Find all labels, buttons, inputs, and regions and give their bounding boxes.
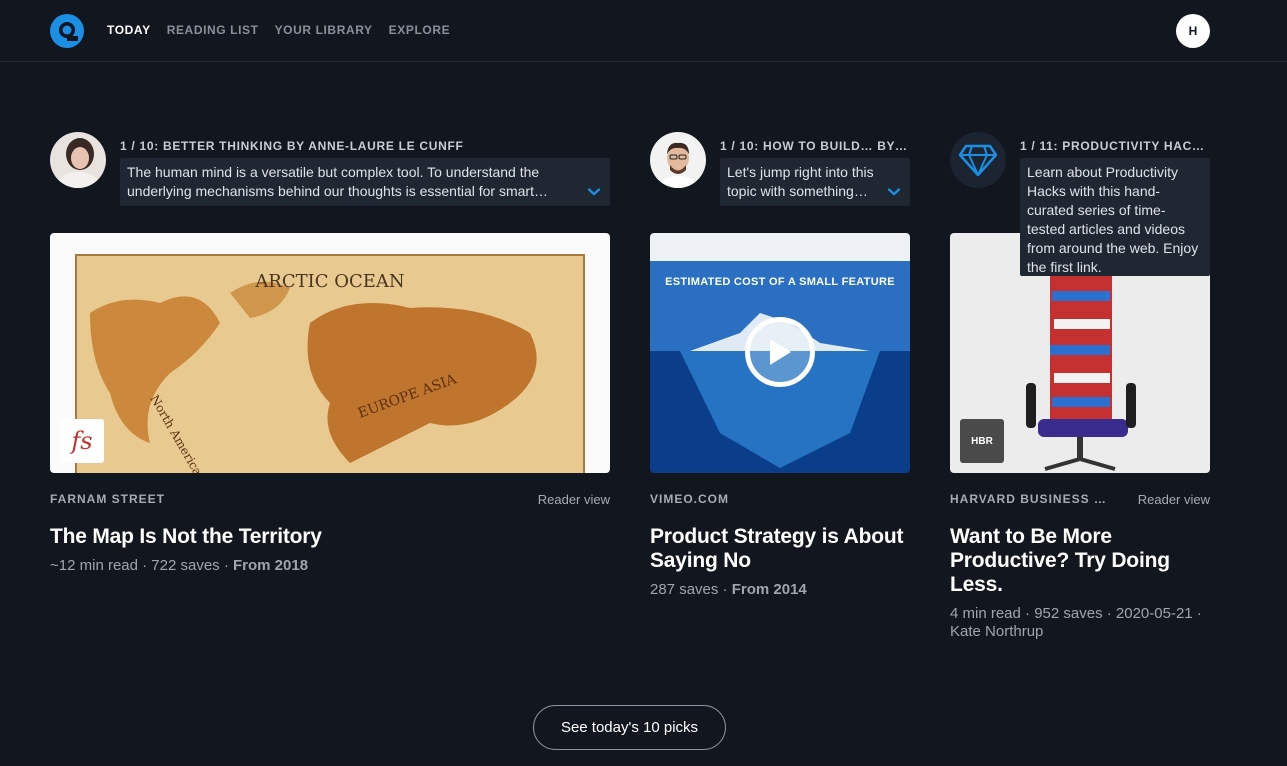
article-meta-year: From 2014 <box>731 581 807 598</box>
user-avatar-button[interactable]: H <box>1176 14 1210 48</box>
reader-view-link[interactable]: Reader view <box>1138 492 1210 507</box>
article-image[interactable]: ARCTIC OCEAN EUROPE ASIA North America f… <box>50 233 610 473</box>
reader-view-link[interactable]: Reader view <box>538 492 610 507</box>
article-meta: 287 saves · From 2014 <box>650 581 910 599</box>
curator-avatar[interactable] <box>50 132 106 188</box>
article-meta-text: ~12 min read · 722 saves · <box>50 557 234 574</box>
curator-series-title[interactable]: 1 / 10: HOW TO BUILD… BY … <box>720 139 910 153</box>
source-name[interactable]: HARVARD BUSINESS … <box>950 492 1107 506</box>
pick-column-2: 1 / 10: HOW TO BUILD… BY … Let's jump ri… <box>650 132 910 599</box>
nav-explore[interactable]: EXPLORE <box>389 23 451 37</box>
article-meta: 4 min read · 952 saves · 2020-05-21 · Ka… <box>950 605 1202 640</box>
curator-series-title[interactable]: 1 / 11: PRODUCTIVITY HAC… <box>1020 139 1210 153</box>
curator-avatar[interactable] <box>650 132 706 188</box>
curator-description-text: Learn about Productivity Hacks with this… <box>1027 164 1199 275</box>
see-todays-picks-button[interactable]: See today's 10 picks <box>533 705 726 750</box>
main-nav: TODAY READING LIST YOUR LIBRARY EXPLORE <box>107 23 450 37</box>
curator-header: 1 / 11: PRODUCTIVITY HAC… Learn about Pr… <box>950 132 1210 276</box>
nav-your-library[interactable]: YOUR LIBRARY <box>275 23 373 37</box>
source-row: HARVARD BUSINESS … Reader view <box>950 492 1210 507</box>
curator-series-title[interactable]: 1 / 10: BETTER THINKING BY ANNE-LAURE LE… <box>120 139 610 153</box>
source-logo-icon: fs <box>60 419 104 463</box>
curator-description: The human mind is a versatile but comple… <box>120 158 610 206</box>
chevron-down-icon[interactable] <box>888 188 900 196</box>
source-logo-text: fs <box>71 427 93 455</box>
curator-description-text: The human mind is a versatile but comple… <box>127 164 548 199</box>
video-caption: ESTIMATED COST OF A SMALL FEATURE <box>665 276 895 288</box>
play-button[interactable] <box>745 317 815 387</box>
play-icon <box>770 339 791 365</box>
logo-icon[interactable] <box>50 14 84 48</box>
article-title[interactable]: Want to Be More Productive? Try Doing Le… <box>950 525 1210 597</box>
chevron-down-icon[interactable] <box>588 188 600 196</box>
pick-column-3: 1 / 11: PRODUCTIVITY HAC… Learn about Pr… <box>950 132 1210 641</box>
nav-reading-list[interactable]: READING LIST <box>167 23 259 37</box>
curator-description-expanded: Learn about Productivity Hacks with this… <box>1020 158 1210 276</box>
curator-avatar[interactable] <box>950 132 1006 188</box>
source-logo-text: HBR <box>971 435 993 447</box>
top-bar: TODAY READING LIST YOUR LIBRARY EXPLORE … <box>0 0 1287 62</box>
svg-text:ARCTIC OCEAN: ARCTIC OCEAN <box>254 271 404 292</box>
article-meta-year: From 2018 <box>233 557 309 574</box>
curator-description: Let's jump right into this topic with so… <box>720 158 910 206</box>
curator-header: 1 / 10: HOW TO BUILD… BY … Let's jump ri… <box>650 132 910 233</box>
source-name[interactable]: FARNAM STREET <box>50 492 165 506</box>
curator-description-text: Let's jump right into this topic with so… <box>727 164 874 199</box>
source-row: VIMEO.COM <box>650 492 910 506</box>
article-title[interactable]: Product Strategy is About Saying No <box>650 525 910 573</box>
pick-column-1: 1 / 10: BETTER THINKING BY ANNE-LAURE LE… <box>50 132 610 575</box>
article-meta: ~12 min read · 722 saves · From 2018 <box>50 557 610 575</box>
diamond-icon <box>958 144 998 177</box>
source-name[interactable]: VIMEO.COM <box>650 492 729 506</box>
article-meta-text: 287 saves · <box>650 581 732 598</box>
video-thumbnail[interactable]: ESTIMATED COST OF A SMALL FEATURE <box>650 233 910 473</box>
nav-today[interactable]: TODAY <box>107 23 151 37</box>
article-title[interactable]: The Map Is Not the Territory <box>50 525 610 549</box>
source-row: FARNAM STREET Reader view <box>50 492 610 507</box>
curator-header: 1 / 10: BETTER THINKING BY ANNE-LAURE LE… <box>50 132 610 233</box>
source-logo-icon: HBR <box>960 419 1004 463</box>
